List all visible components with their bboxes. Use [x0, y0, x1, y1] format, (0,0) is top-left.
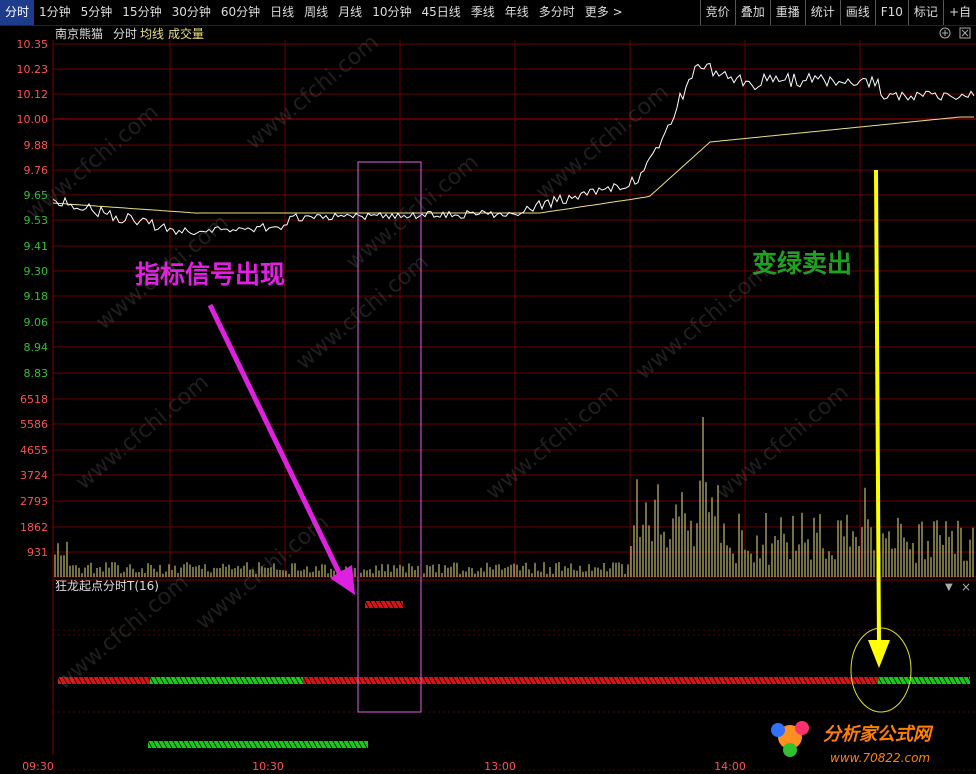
price-axis-label: 8.94 — [24, 341, 49, 354]
tab-7[interactable]: 周线 — [299, 0, 333, 25]
tab-3[interactable]: 15分钟 — [117, 0, 166, 25]
sell-arrow — [874, 169, 881, 646]
price-axis-label: 10.12 — [17, 88, 49, 101]
tab-2[interactable]: 5分钟 — [76, 0, 118, 25]
tool-button-3[interactable]: 统计 — [804, 0, 840, 25]
time-axis-label: 14:00 — [714, 760, 746, 773]
tool-button-4[interactable]: 画线 — [839, 0, 875, 25]
price-axis-label: 9.18 — [24, 290, 49, 303]
tab-0[interactable]: 分时 — [0, 0, 35, 25]
price-axis-label: 9.65 — [24, 189, 49, 202]
sell-arrowhead — [868, 640, 890, 668]
mode-label: 分时 — [113, 27, 137, 41]
volume-axis-label: 1862 — [20, 521, 48, 534]
tool-button-2[interactable]: 重播 — [769, 0, 805, 25]
tool-button-1[interactable]: 叠加 — [734, 0, 770, 25]
period-tabs: 分时 1分钟 5分钟 15分钟 30分钟 60分钟 日线 周线 月线 10分钟 45日线 季线 年线 多分… — [0, 0, 628, 25]
tab-11[interactable]: 季线 — [466, 0, 500, 25]
price-axis-label: 10.00 — [17, 113, 49, 126]
indicator-close-icon[interactable]: × — [961, 580, 971, 594]
logo-url: www.70822.com — [830, 751, 930, 765]
tool-buttons: 竞价 叠加 重播 统计 画线 F10 标记 +自 — [699, 0, 976, 25]
time-axis-label: 10:30 — [252, 760, 284, 773]
tool-button-5[interactable]: F10 — [874, 0, 908, 25]
volume-axis-label: 931 — [27, 546, 48, 559]
volume-axis-label: 5586 — [20, 418, 48, 431]
price-axis-label: 9.88 — [24, 139, 49, 152]
volume-axis-label: 4655 — [20, 444, 48, 457]
price-axis-label: 9.06 — [24, 316, 49, 329]
signal-arrowhead — [330, 565, 355, 595]
tab-13[interactable]: 多分时 — [534, 0, 580, 25]
indicator-title: 狂龙起点分时T(16) — [55, 579, 159, 593]
tab-5[interactable]: 60分钟 — [216, 0, 265, 25]
logo: 分析家公式网 www.70822.com — [771, 721, 934, 765]
sell-annotation: 变绿卖出 — [752, 249, 852, 278]
chart-grid — [52, 40, 976, 771]
volume-axis-label: 2793 — [20, 495, 48, 508]
axis-labels: 10.35 10.23 10.12 10.00 9.88 9.76 9.65 9.53 9.41… — [17, 38, 746, 773]
volume-axis-label: 3724 — [20, 469, 48, 482]
tab-14[interactable]: 更多 > — [580, 0, 628, 25]
stock-name: 南京熊猫 — [55, 26, 103, 41]
tab-8[interactable]: 月线 — [333, 0, 367, 25]
tab-9[interactable]: 10分钟 — [367, 0, 416, 25]
price-axis-label: 10.35 — [17, 38, 49, 51]
time-axis-label: 13:00 — [484, 760, 516, 773]
price-axis-label: 9.41 — [24, 240, 49, 253]
tool-button-0[interactable]: 竞价 — [699, 0, 735, 25]
tool-button-6[interactable]: 标记 — [907, 0, 943, 25]
volume-axis-label: 6518 — [20, 393, 48, 406]
price-axis-label: 9.76 — [24, 164, 49, 177]
price-line — [52, 62, 975, 236]
signal-annotation: 指标信号出现 — [135, 260, 285, 289]
period-toolbar: 分时 1分钟 5分钟 15分钟 30分钟 60分钟 日线 周线 月线 10分钟 45日线 季线 年线 多分… — [0, 0, 976, 26]
volume-bars — [54, 417, 974, 577]
tool-button-7[interactable]: +自 — [942, 0, 976, 25]
volume-label: 成交量 — [168, 26, 204, 41]
zoom-in-icon[interactable] — [939, 27, 951, 39]
price-axis-label: 10.23 — [17, 63, 49, 76]
intraday-chart: 10.35 10.23 10.12 10.00 9.88 9.76 9.65 9.53 9.41… — [17, 26, 976, 773]
average-price-line — [52, 116, 974, 214]
indicator-dropdown-icon[interactable]: ▼ — [945, 582, 953, 593]
tab-1[interactable]: 1分钟 — [34, 0, 76, 25]
price-axis-label: 8.83 — [24, 367, 49, 380]
close-panel-icon[interactable] — [959, 27, 971, 39]
logo-text: 分析家公式网 — [823, 724, 934, 745]
tab-6[interactable]: 日线 — [265, 0, 299, 25]
price-axis-label: 9.30 — [24, 265, 49, 278]
tab-12[interactable]: 年线 — [500, 0, 534, 25]
price-axis-label: 9.53 — [24, 214, 49, 227]
avg-line-label: 均线 — [140, 27, 164, 41]
tab-10[interactable]: 45日线 — [416, 0, 465, 25]
time-axis-label: 09:30 — [22, 760, 54, 773]
tab-4[interactable]: 30分钟 — [167, 0, 216, 25]
